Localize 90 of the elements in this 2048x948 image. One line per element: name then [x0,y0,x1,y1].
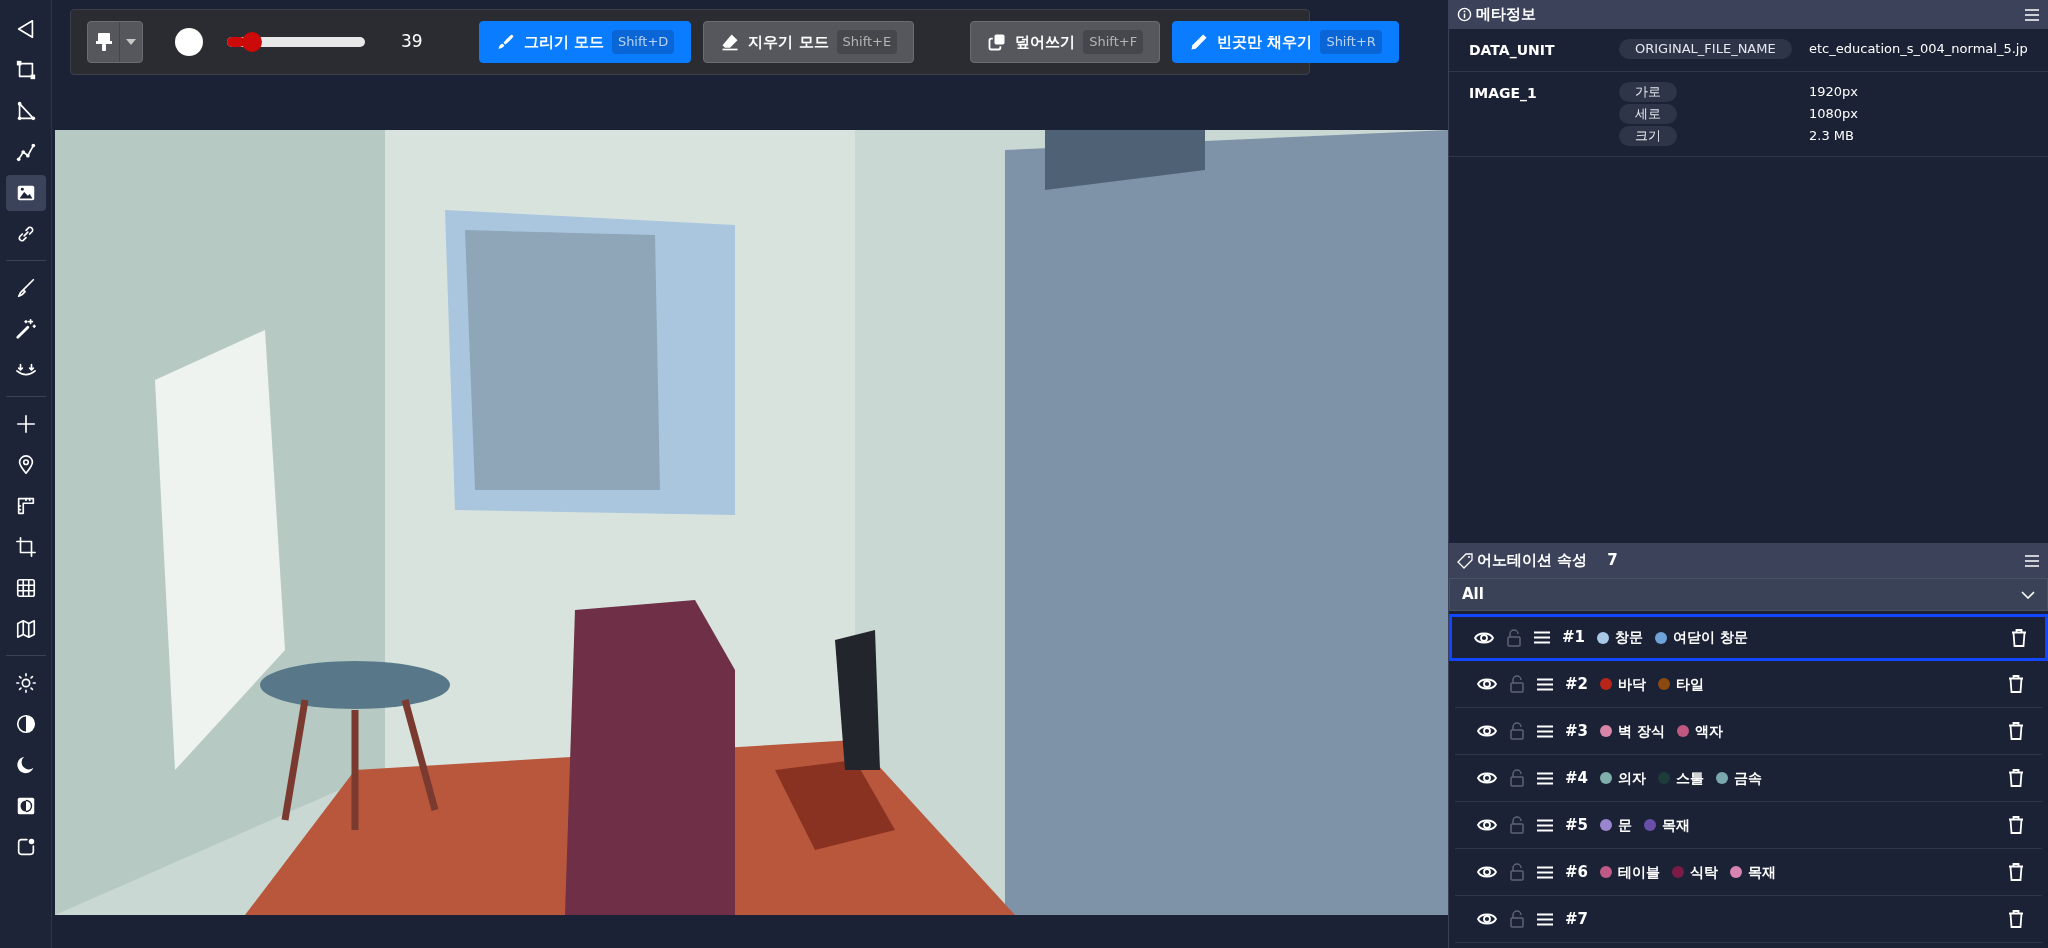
label-text: 의자 [1618,768,1646,788]
brush-tool-dropdown[interactable] [87,21,143,63]
annotation-number: #1 [1562,627,1585,649]
mode-label: 빈곳만 채우기 [1217,31,1313,53]
shortcut-badge: Shift+D [611,30,675,54]
annotation-row[interactable]: #6 테이블 식탁 목재 [1455,849,2042,896]
drag-handle-icon[interactable] [1537,865,1553,879]
field-key: 세로 [1619,104,1677,124]
trash-icon[interactable] [2008,722,2024,740]
drag-handle-icon[interactable] [1537,912,1553,926]
annotation-number: #7 [1565,908,1588,930]
group-name: IMAGE_1 [1468,84,1538,104]
label-text: 타일 [1676,674,1704,694]
chevron-down-icon [2021,590,2035,599]
field-key: 크기 [1619,126,1677,146]
unlock-icon[interactable] [1509,816,1525,834]
brush-size-value: 39 [401,30,423,54]
annotation-row[interactable]: #4 의자 스툴 금속 [1455,755,2042,802]
tag-icon [1457,552,1473,569]
field-key: ORIGINAL_FILE_NAME [1619,39,1792,59]
mode-label: 그리기 모드 [523,31,604,53]
trash-icon[interactable] [2008,863,2024,881]
group-name: DATA_UNIT [1468,41,1556,61]
annotation-row[interactable]: #2 바닥 타일 [1455,661,2042,708]
label-text: 문 [1618,815,1632,835]
unlock-icon[interactable] [1509,722,1525,740]
annotation-number: #5 [1565,814,1588,836]
mode-button[interactable]: 덮어쓰기 Shift+F [970,21,1161,63]
menu-icon[interactable] [2024,553,2040,568]
copy-icon [987,32,1008,52]
image-icon[interactable] [5,174,46,211]
trash-icon[interactable] [2008,769,2024,787]
field-value: etc_education_s_004_normal_5.jp [1809,40,2028,59]
panel-title: 어노테이션 속성 [1477,550,1588,572]
annotation-number: #2 [1565,673,1588,695]
shortcut-badge: Shift+R [1320,30,1382,54]
unlock-icon[interactable] [1509,863,1525,881]
label-text: 여닫이 창문 [1673,628,1748,647]
label-text: 액자 [1694,721,1723,741]
drag-handle-icon[interactable] [1534,631,1550,644]
trash-icon[interactable] [2008,675,2024,693]
brush-shape-icon[interactable] [175,28,203,56]
eraser-icon [720,32,741,52]
annotation-row[interactable]: #3 벽 장식 액자 [1455,708,2042,755]
annotation-count: 7 [1607,550,1618,572]
annotation-row[interactable]: #5 문 목재 [1455,802,2042,849]
mode-button[interactable]: 지우기 모드 Shift+E [703,21,915,63]
brush-icon [94,32,113,52]
drag-handle-icon[interactable] [1537,677,1553,691]
label-text: 벽 장식 [1618,721,1665,741]
trash-icon[interactable] [2008,816,2024,834]
annotation-number: #6 [1565,861,1588,883]
shortcut-badge: Shift+F [1083,30,1144,54]
filter-dropdown[interactable]: All [1449,578,2048,611]
annotation-row[interactable]: #7 [1455,896,2042,943]
drag-handle-icon[interactable] [1537,818,1553,832]
annotation-number: #3 [1565,720,1588,742]
caret-icon [126,39,136,45]
drag-handle-icon[interactable] [1537,771,1553,785]
filter-value: All [1462,584,1484,606]
unlock-icon[interactable] [1509,910,1525,928]
label-text: 창문 [1615,628,1643,647]
label-text: 목재 [1662,815,1690,835]
label-text: 식탁 [1690,862,1718,882]
mode-label: 지우기 모드 [748,31,829,53]
label-text: 금속 [1734,768,1762,788]
mode-button[interactable]: 빈곳만 채우기 Shift+R [1172,21,1399,63]
drag-handle-icon[interactable] [1537,724,1553,738]
mode-label: 덮어쓰기 [1015,31,1076,53]
panel-title: 메타정보 [1476,4,1536,26]
label-text: 목재 [1748,862,1776,882]
annotation-row[interactable]: #1 창문 여닫이 창문 [1449,614,2048,661]
annotation-number: #4 [1565,767,1588,789]
unlock-icon[interactable] [1506,628,1522,647]
menu-icon[interactable] [2024,7,2040,22]
mode-button[interactable]: 그리기 모드 Shift+D [478,21,692,63]
trash-icon[interactable] [2008,910,2024,928]
info-icon [1457,7,1472,22]
field-value: 2.3 MB [1809,127,1854,146]
trash-icon[interactable] [2011,628,2027,647]
shortcut-badge: Shift+E [836,30,898,54]
unlock-icon[interactable] [1509,769,1525,787]
brush-size-slider[interactable] [227,32,365,52]
field-value: 1920px [1809,83,1859,102]
label-text: 바닥 [1618,674,1646,694]
label-text: 스툴 [1676,768,1704,788]
field-key: 가로 [1619,82,1677,102]
field-value: 1080px [1809,105,1859,124]
label-text: 테이블 [1618,862,1660,882]
unlock-icon[interactable] [1509,675,1525,693]
